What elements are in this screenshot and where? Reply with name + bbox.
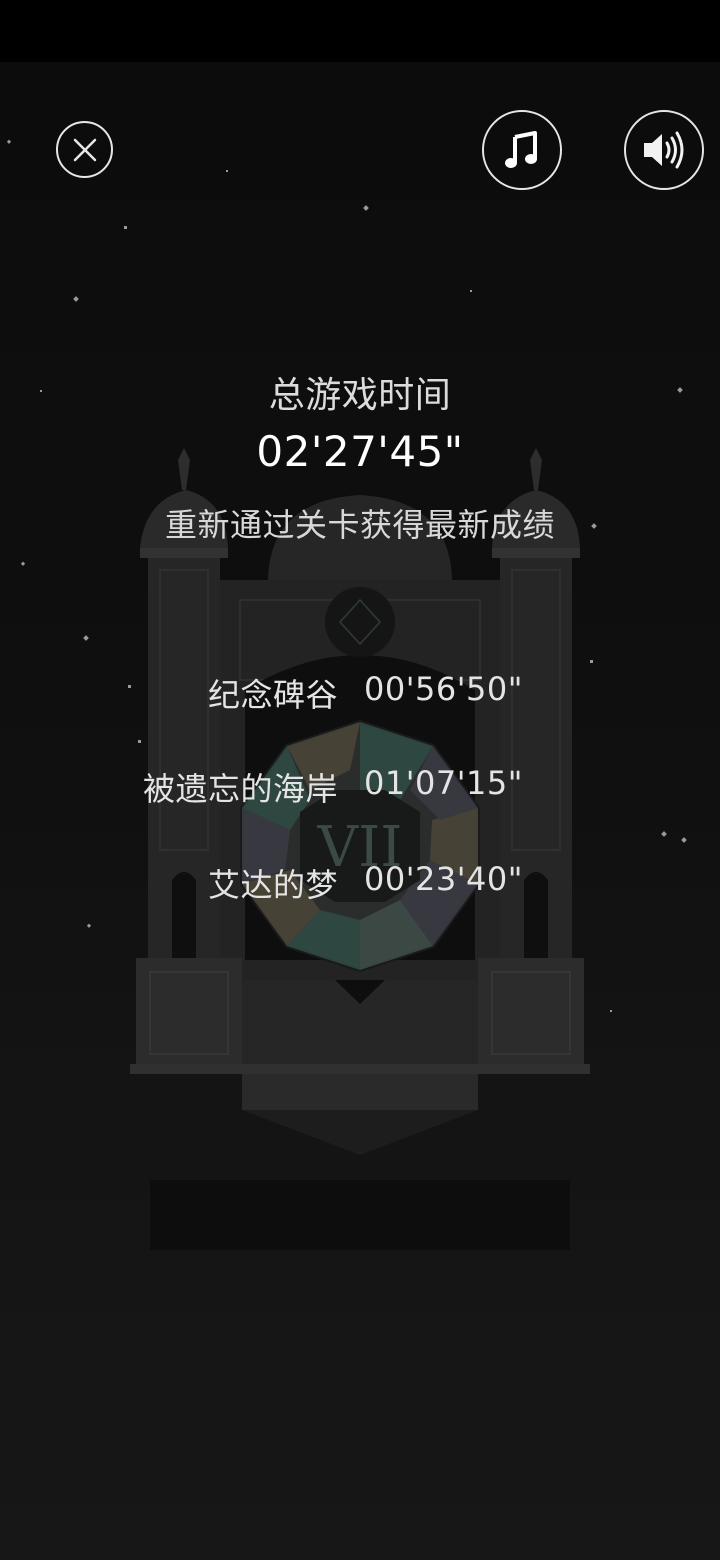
sound-toggle-button[interactable] xyxy=(624,110,704,190)
level-name: 纪念碑谷 xyxy=(207,676,338,714)
level-time: 01'07'15" xyxy=(364,764,523,802)
music-note-icon xyxy=(505,131,537,168)
level-name: 被遗忘的海岸 xyxy=(142,770,338,808)
game-screen: VII 总游戏时间 02'27'45" 重新通过关卡获得最新成绩 纪念碑谷 00… xyxy=(0,0,720,1560)
level-time: 00'56'50" xyxy=(364,670,523,708)
music-toggle-button[interactable] xyxy=(482,110,562,190)
level-name: 艾达的梦 xyxy=(207,866,338,904)
level-time: 00'23'40" xyxy=(364,860,523,898)
replay-hint: 重新通过关卡获得最新成绩 xyxy=(164,506,555,544)
close-button[interactable] xyxy=(56,121,113,178)
speaker-icon xyxy=(644,131,684,169)
total-time-label: 总游戏时间 xyxy=(268,375,452,416)
close-icon xyxy=(73,138,96,161)
total-time-value: 02'27'45" xyxy=(256,427,464,476)
